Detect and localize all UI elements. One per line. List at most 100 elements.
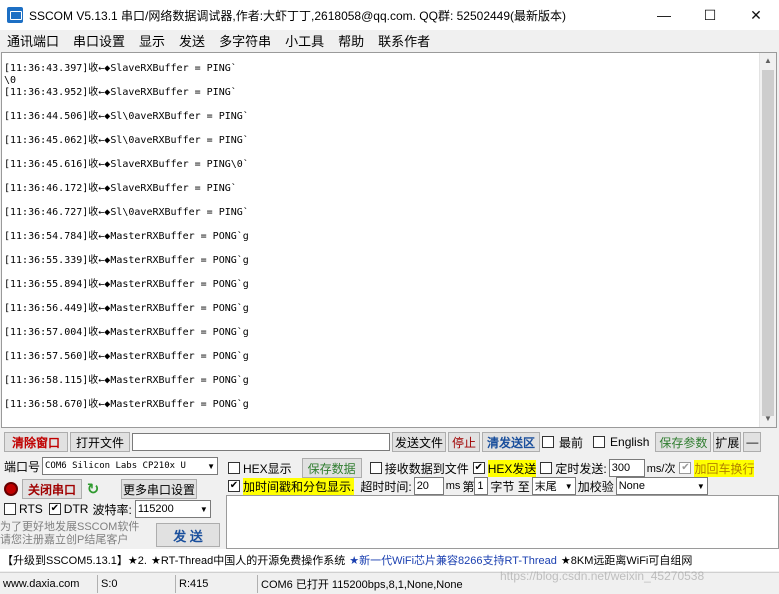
hex-send-label: HEX发送 xyxy=(487,459,537,477)
clear-send-button[interactable]: 清发送区 xyxy=(482,432,540,452)
save-data-button[interactable]: 保存数据 xyxy=(301,458,362,478)
byte-index-input[interactable]: 1 xyxy=(474,477,489,495)
port-status-icon xyxy=(4,482,18,496)
port-panel: 端口号 COM6 Silicon Labs CP210x U ▼ 关闭串口 ↻ … xyxy=(0,455,224,548)
minimize-button[interactable]: — xyxy=(641,0,687,30)
recv-to-file-label: 接收数据到文件 xyxy=(384,461,469,476)
log-line: [11:36:56.449]收←◆MasterRXBuffer = PONG`g xyxy=(4,303,249,314)
clear-window-button[interactable]: 清除窗口 xyxy=(4,432,68,452)
checksum-select[interactable]: None ▼ xyxy=(615,477,708,495)
ad-rtthread-link[interactable]: ★RT-Thread中国人的开源免费操作系统 xyxy=(151,552,345,568)
timeout-unit: ms xyxy=(445,480,461,492)
file-path-input[interactable] xyxy=(132,433,390,451)
scroll-down-icon[interactable]: ▼ xyxy=(760,411,776,427)
dtr-checkbox[interactable]: ✔ xyxy=(48,503,61,515)
scroll-thumb[interactable] xyxy=(762,70,774,416)
vertical-scrollbar[interactable]: ▲ ▼ xyxy=(759,53,776,427)
menu-help[interactable]: 帮助 xyxy=(331,31,371,50)
menu-display[interactable]: 显示 xyxy=(132,31,172,50)
menu-send[interactable]: 发送 xyxy=(172,31,212,50)
rts-checkbox[interactable] xyxy=(4,503,16,515)
log-line: [11:36:55.894]收←◆MasterRXBuffer = PONG`g xyxy=(4,279,249,290)
interval-input[interactable]: 300 xyxy=(608,459,645,477)
log-line: [11:36:45.616]收←◆SlaveRXBuffer = PING\0` xyxy=(4,159,249,170)
scroll-up-icon[interactable]: ▲ xyxy=(760,53,776,69)
topmost-checkbox[interactable] xyxy=(542,436,554,448)
add-crlf-checkbox[interactable]: ✔ xyxy=(679,462,692,474)
timed-send-checkbox[interactable] xyxy=(540,462,553,474)
port-select[interactable]: COM6 Silicon Labs CP210x U ▼ xyxy=(42,457,219,475)
checksum-value: None xyxy=(618,480,646,492)
close-button[interactable]: ✕ xyxy=(733,0,779,30)
port-select-value: COM6 Silicon Labs CP210x U xyxy=(45,461,186,471)
refresh-icon[interactable]: ↻ xyxy=(85,481,101,498)
timeout-label: 超时时间: xyxy=(360,479,412,494)
byte-end-select[interactable]: 末尾 ▼ xyxy=(531,477,576,495)
recv-to-file-checkbox[interactable] xyxy=(369,462,382,474)
rts-label: RTS xyxy=(19,502,43,516)
checksum-label: 加校验 xyxy=(577,479,614,494)
hex-display-label: HEX显示 xyxy=(243,461,292,476)
file-toolbar: 清除窗口 打开文件 发送文件 停止 清发送区 最前 English 保存参数 扩… xyxy=(0,430,779,454)
menu-contact[interactable]: 联系作者 xyxy=(371,31,437,50)
timed-send-label: 定时发送: xyxy=(555,461,607,476)
baud-label: 波特率: xyxy=(92,502,132,517)
close-port-button[interactable]: 关闭串口 xyxy=(22,479,82,499)
expand-button[interactable]: 扩展 xyxy=(713,432,742,452)
status-port-state: COM6 已打开 115200bps,8,1,None,None xyxy=(261,578,463,591)
log-line: [11:36:57.004]收←◆MasterRXBuffer = PONG`g xyxy=(4,327,249,338)
timeout-input[interactable]: 20 xyxy=(413,477,444,495)
title-bar: SSCOM V5.13.1 串口/网络数据调试器,作者:大虾丁丁,2618058… xyxy=(0,0,779,30)
maximize-button[interactable]: ☐ xyxy=(687,0,733,30)
english-label: English xyxy=(610,435,650,449)
window-controls: — ☐ ✕ xyxy=(641,0,779,30)
log-line: [11:36:43.952]收←◆SlaveRXBuffer = PING` xyxy=(4,87,237,98)
ad-bar: 【升级到SSCOM5.13.1】★2. ★RT-Thread中国人的开源免费操作… xyxy=(0,549,779,571)
baud-select[interactable]: 115200 ▼ xyxy=(134,500,211,518)
ad-long-range-wifi-link[interactable]: ★8KM远距离WiFi可自组网 xyxy=(561,552,692,568)
log-line: [11:36:58.670]收←◆MasterRXBuffer = PONG`g xyxy=(4,399,249,410)
more-settings-button[interactable]: 更多串口设置 xyxy=(121,479,197,499)
watermark: https://blog.csdn.net/weixin_45270538 xyxy=(500,569,705,583)
ad-wifi-chip-link[interactable]: ★新一代WiFi芯片兼容8266支持RT-Thread xyxy=(349,552,557,568)
log-line: [11:36:46.172]收←◆SlaveRXBuffer = PING` xyxy=(4,183,237,194)
receive-area[interactable]: [11:36:43.397]收←◆SlaveRXBuffer = PING` \0… xyxy=(1,52,777,428)
menu-comm-port[interactable]: 通讯端口 xyxy=(0,31,66,50)
log-line: [11:36:57.560]收←◆MasterRXBuffer = PONG`g xyxy=(4,351,249,362)
menu-port-settings[interactable]: 串口设置 xyxy=(66,31,132,50)
chevron-down-icon: ▼ xyxy=(207,461,216,471)
menu-tools[interactable]: 小工具 xyxy=(278,31,331,50)
chevron-down-icon: ▼ xyxy=(199,504,208,514)
timestamp-checkbox[interactable]: ✔ xyxy=(228,480,240,492)
hex-send-checkbox[interactable]: ✔ xyxy=(472,462,485,474)
options-panel: HEX显示 保存数据 接收数据到文件 ✔ HEX发送 定时发送: 300 ms/… xyxy=(226,455,779,549)
baud-value: 115200 xyxy=(137,503,174,515)
byte-end-value: 末尾 xyxy=(534,481,557,493)
open-file-button[interactable]: 打开文件 xyxy=(70,432,130,452)
send-button[interactable]: 发 送 xyxy=(156,523,220,547)
save-params-button[interactable]: 保存参数 xyxy=(655,432,712,452)
send-file-button[interactable]: 发送文件 xyxy=(392,432,446,452)
ad-upgrade-link[interactable]: 【升级到SSCOM5.13.1】★2. xyxy=(2,552,147,568)
menu-multi-string[interactable]: 多字符串 xyxy=(212,31,278,50)
app-icon xyxy=(7,7,23,23)
hex-display-checkbox[interactable] xyxy=(228,462,240,474)
status-site[interactable]: www.daxia.com xyxy=(0,574,98,593)
collapse-button[interactable]: — xyxy=(743,432,762,452)
chevron-down-icon: ▼ xyxy=(564,481,573,491)
send-input[interactable] xyxy=(226,495,779,549)
log-line: [11:36:46.727]收←◆Sl\0aveRXBuffer = PING` xyxy=(4,207,249,218)
status-sent: S:0 xyxy=(98,574,176,593)
menu-bar: 通讯端口 串口设置 显示 发送 多字符串 小工具 帮助 联系作者 xyxy=(0,30,779,50)
stop-button[interactable]: 停止 xyxy=(448,432,480,452)
promo-line-2: 请您注册嘉立创P结尾客户 xyxy=(0,534,129,546)
byte-to-label: 字节 至 xyxy=(490,479,530,494)
english-checkbox[interactable] xyxy=(593,436,606,448)
interval-unit: ms/次 xyxy=(646,463,676,475)
